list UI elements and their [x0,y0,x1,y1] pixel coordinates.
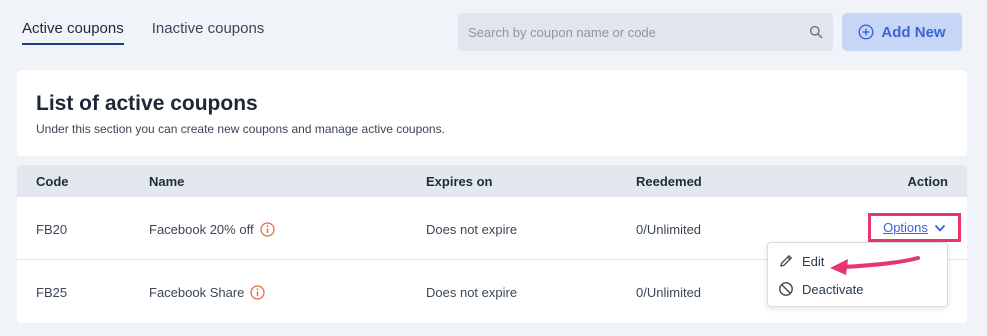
column-header-redeemed: Reedemed [636,174,702,189]
menu-item-deactivate-label: Deactivate [802,281,864,297]
column-header-action: Action [907,174,948,189]
coupon-tabs: Active coupons Inactive coupons [22,20,264,45]
tab-active-coupons[interactable]: Active coupons [22,20,124,45]
coupon-expires: Does not expire [426,222,518,237]
coupon-name: Facebook Share [149,285,245,300]
menu-item-edit[interactable]: Edit [778,253,824,269]
add-new-button[interactable]: Add New [842,13,962,51]
info-icon[interactable] [259,222,275,237]
coupon-redeemed: 0/Unlimited [636,222,702,237]
coupon-redeemed: 0/Unlimited [636,285,702,300]
page-title: List of active coupons [36,92,258,115]
column-header-code: Code [36,174,69,189]
add-new-label: Add New [881,23,946,41]
page-subtitle: Under this section you can create new co… [36,122,445,136]
ban-icon [778,281,794,297]
tab-inactive-coupons[interactable]: Inactive coupons [152,20,265,45]
coupon-code: FB20 [36,222,68,237]
coupon-name-cell: Facebook Share [149,285,266,300]
search-icon[interactable] [809,25,823,39]
options-button[interactable]: Options [868,213,961,242]
coupon-expires: Does not expire [426,285,518,300]
header-card: List of active coupons Under this sectio… [17,70,967,156]
plus-circle-icon [858,24,874,40]
search-input[interactable] [468,24,809,40]
coupon-name-cell: Facebook 20% off [149,222,275,237]
chevron-down-icon [934,222,946,234]
menu-item-deactivate[interactable]: Deactivate [778,281,863,297]
column-header-expires: Expires on [426,174,493,189]
search-box [458,13,833,51]
pencil-icon [778,253,794,269]
options-label: Options [883,220,928,235]
coupon-code: FB25 [36,285,68,300]
menu-item-edit-label: Edit [802,253,825,269]
annotation-arrow-icon [830,256,920,275]
info-icon[interactable] [250,285,266,300]
table-header: Code Name Expires on Reedemed Action [17,165,967,197]
coupon-name: Facebook 20% off [149,222,254,237]
column-header-name: Name [149,174,185,189]
